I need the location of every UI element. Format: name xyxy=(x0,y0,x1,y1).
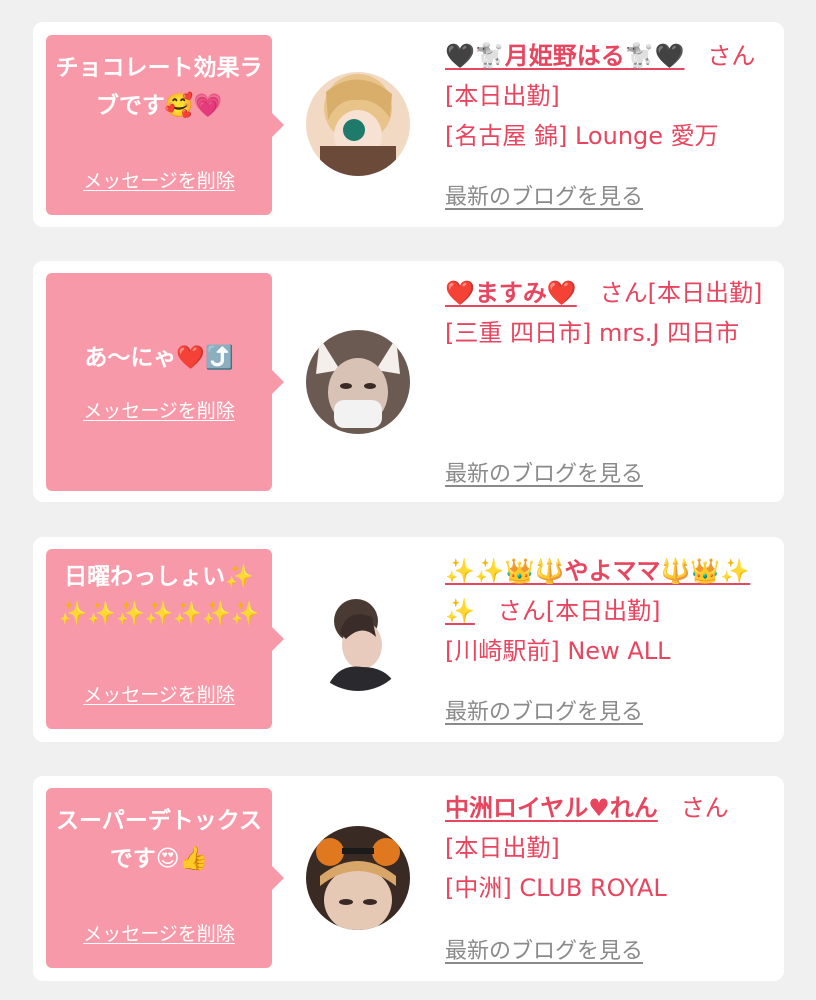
delete-message-button[interactable]: メッセージを削除 xyxy=(46,680,272,707)
honorific: さん xyxy=(599,279,648,307)
latest-blog-link[interactable]: 最新のブログを見る xyxy=(445,456,643,488)
shop-name: [川崎駅前] New ALL xyxy=(445,637,671,665)
avatar[interactable] xyxy=(306,330,410,434)
message-bubble: 日曜わっしょい✨✨✨✨✨✨✨✨ メッセージを削除 xyxy=(46,549,284,729)
shop-name: [三重 四日市] mrs.J 四日市 xyxy=(445,319,740,347)
cast-name-link[interactable]: 中洲ロイヤル♥れん xyxy=(445,794,658,822)
honorific: さん xyxy=(680,794,729,822)
latest-blog-link[interactable]: 最新のブログを見る xyxy=(445,933,643,965)
message-list: チョコレート効果ラブです🥰💗 メッセージを削除 🖤🐩月姫野はる🐩🖤 さん[本日出… xyxy=(0,0,816,1000)
cast-name-link[interactable]: 🖤🐩月姫野はる🐩🖤 xyxy=(445,42,685,70)
avatar[interactable] xyxy=(306,587,410,691)
attendance-status: [本日出勤] xyxy=(647,279,763,307)
message-text: チョコレート効果ラブです🥰💗 xyxy=(55,55,263,119)
attendance-status: [本日出勤] xyxy=(445,82,560,110)
message-text: スーパーデトックスです😍👍 xyxy=(55,808,263,872)
honorific: さん xyxy=(497,597,546,625)
message-text: 日曜わっしょい✨✨✨✨✨✨✨✨ xyxy=(58,564,260,627)
shop-name: [中洲] CLUB ROYAL xyxy=(445,874,667,902)
honorific: さん xyxy=(707,42,756,70)
latest-blog-link[interactable]: 最新のブログを見る xyxy=(445,694,643,726)
attendance-status: [本日出勤] xyxy=(445,834,560,862)
list-item: スーパーデトックスです😍👍 メッセージを削除 中洲ロイヤル♥れん さん [本日出… xyxy=(33,776,784,981)
message-bubble: チョコレート効果ラブです🥰💗 メッセージを削除 xyxy=(46,35,284,215)
shop-name: [名古屋 錦] Lounge 愛万 xyxy=(445,122,719,150)
attendance-status: [本日出勤] xyxy=(545,597,661,625)
delete-message-button[interactable]: メッセージを削除 xyxy=(46,396,272,423)
delete-message-button[interactable]: メッセージを削除 xyxy=(46,166,272,193)
list-item: 日曜わっしょい✨✨✨✨✨✨✨✨ メッセージを削除 ✨✨👑🔱やよママ🔱👑✨✨ さん… xyxy=(33,537,784,742)
delete-message-button[interactable]: メッセージを削除 xyxy=(46,919,272,946)
cast-info: 中洲ロイヤル♥れん さん [本日出勤] [中洲] CLUB ROYAL xyxy=(445,788,775,908)
cast-name-link[interactable]: ❤️ますみ❤️ xyxy=(445,279,577,307)
cast-info: 🖤🐩月姫野はる🐩🖤 さん [本日出勤] [名古屋 錦] Lounge 愛万 xyxy=(445,36,775,156)
latest-blog-link[interactable]: 最新のブログを見る xyxy=(445,179,643,211)
cast-info: ✨✨👑🔱やよママ🔱👑✨✨ さん[本日出勤] [川崎駅前] New ALL xyxy=(445,551,775,671)
message-bubble: スーパーデトックスです😍👍 メッセージを削除 xyxy=(46,788,284,968)
avatar[interactable] xyxy=(306,72,410,176)
list-item: あ〜にゃ❤️⤴️ メッセージを削除 ❤️ますみ❤️ さん[本日出勤] [三重 四… xyxy=(33,261,784,502)
message-text: あ〜にゃ❤️⤴️ xyxy=(84,345,234,371)
cast-info: ❤️ますみ❤️ さん[本日出勤] [三重 四日市] mrs.J 四日市 xyxy=(445,273,775,353)
message-bubble: あ〜にゃ❤️⤴️ メッセージを削除 xyxy=(46,273,284,491)
list-item: チョコレート効果ラブです🥰💗 メッセージを削除 🖤🐩月姫野はる🐩🖤 さん [本日出… xyxy=(33,22,784,227)
avatar[interactable] xyxy=(306,826,410,930)
